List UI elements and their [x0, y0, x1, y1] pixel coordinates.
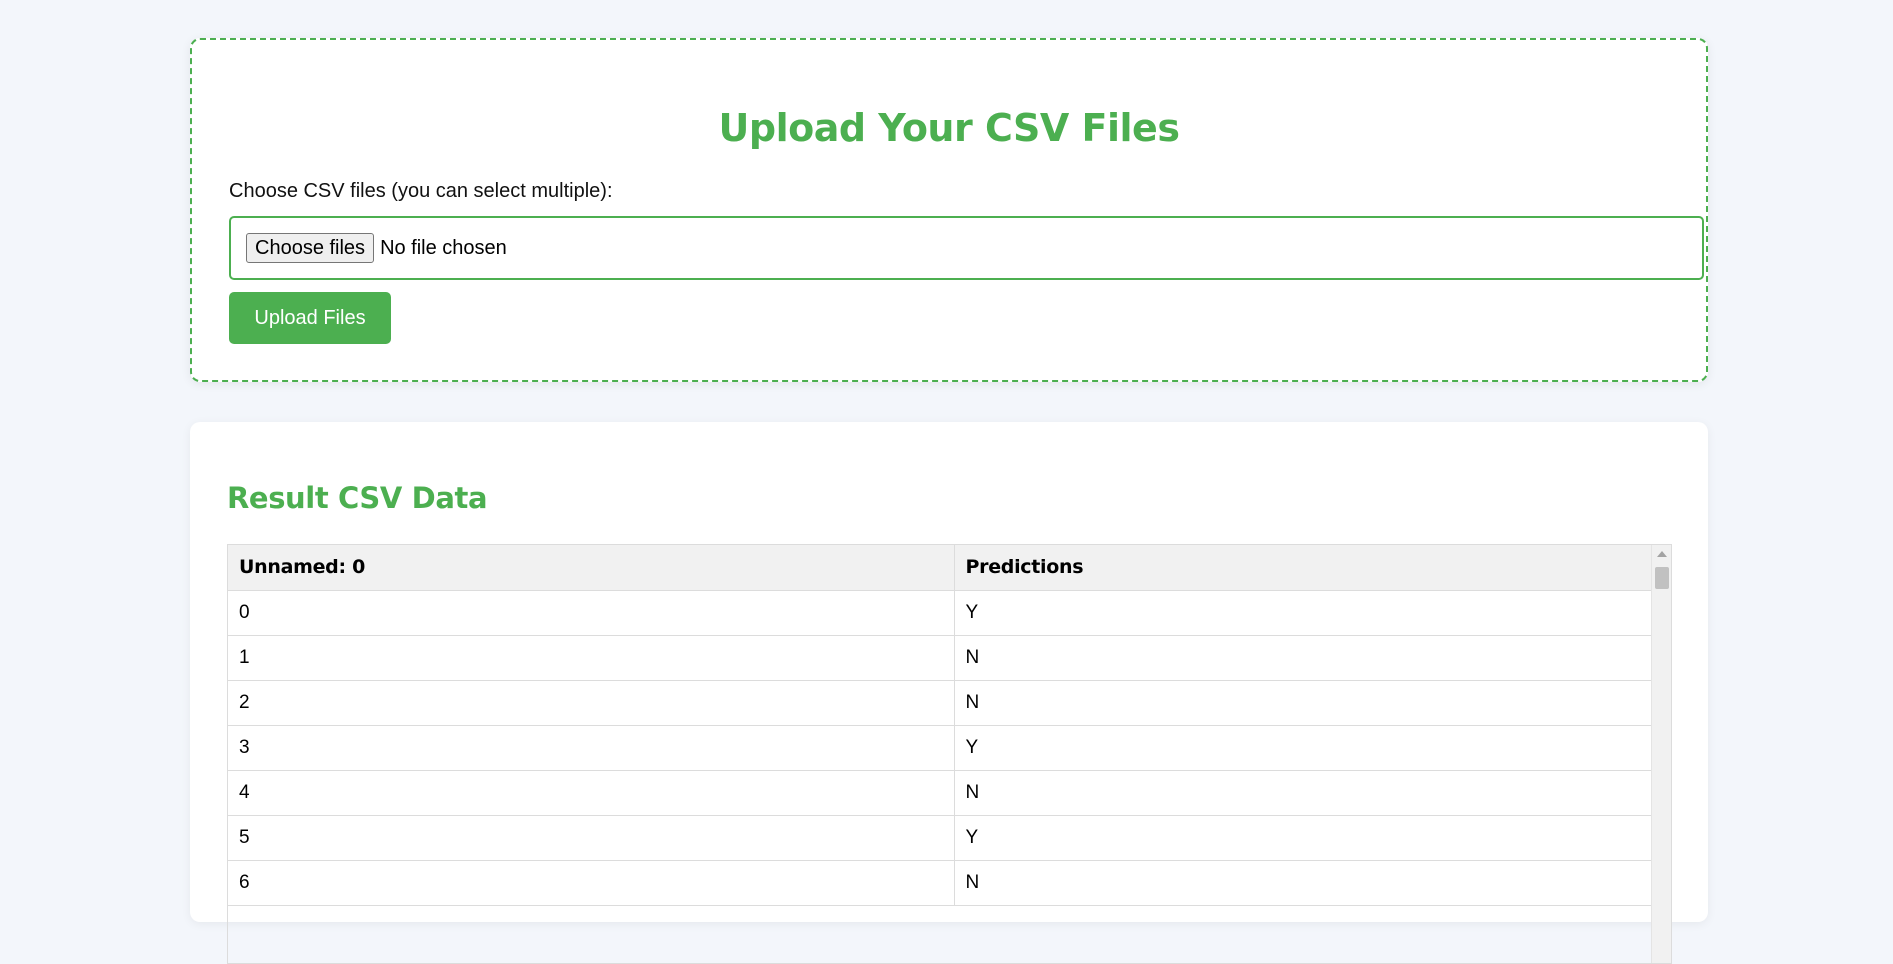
table-row: 3 Y	[228, 725, 1653, 771]
result-table-container[interactable]: Unnamed: 0 Predictions 0 Y 1 N 2 N 3 Y 4…	[227, 544, 1672, 964]
result-table: Unnamed: 0 Predictions 0 Y 1 N 2 N 3 Y 4…	[228, 545, 1653, 906]
table-cell: N	[953, 770, 1653, 816]
table-scrollbar[interactable]	[1651, 545, 1671, 963]
scroll-up-arrow-icon[interactable]	[1657, 551, 1667, 557]
file-input[interactable]: Choose files No file chosen	[229, 216, 1704, 280]
choose-files-button[interactable]: Choose files	[246, 233, 375, 263]
file-input-label: Choose CSV files (you can select multipl…	[229, 180, 613, 202]
table-row: 0 Y	[228, 590, 1653, 636]
table-cell: N	[953, 860, 1653, 906]
table-cell: Y	[953, 725, 1653, 771]
table-row: 1 N	[228, 635, 1653, 681]
table-cell: Y	[953, 590, 1653, 636]
table-cell: 0	[228, 590, 954, 636]
column-header-unnamed: Unnamed: 0	[228, 545, 954, 591]
upload-files-button[interactable]: Upload Files	[229, 292, 391, 344]
upload-card: Upload Your CSV Files Choose CSV files (…	[190, 38, 1708, 382]
table-cell: Y	[953, 815, 1653, 861]
scrollbar-thumb[interactable]	[1655, 567, 1669, 589]
table-cell: 5	[228, 815, 954, 861]
table-header-row: Unnamed: 0 Predictions	[228, 545, 1653, 591]
table-row: 5 Y	[228, 815, 1653, 861]
result-title: Result CSV Data	[227, 481, 488, 515]
table-cell: N	[953, 635, 1653, 681]
column-header-predictions: Predictions	[953, 545, 1653, 591]
upload-title: Upload Your CSV Files	[718, 106, 1180, 150]
table-cell: N	[953, 680, 1653, 726]
table-row: 4 N	[228, 770, 1653, 816]
table-cell: 2	[228, 680, 954, 726]
table-row: 6 N	[228, 860, 1653, 906]
table-cell: 3	[228, 725, 954, 771]
table-row: 2 N	[228, 680, 1653, 726]
table-cell: 1	[228, 635, 954, 681]
table-cell: 4	[228, 770, 954, 816]
file-status-text: No file chosen	[380, 236, 507, 259]
table-cell: 6	[228, 860, 954, 906]
result-card: Result CSV Data Unnamed: 0 Predictions 0…	[190, 422, 1708, 964]
